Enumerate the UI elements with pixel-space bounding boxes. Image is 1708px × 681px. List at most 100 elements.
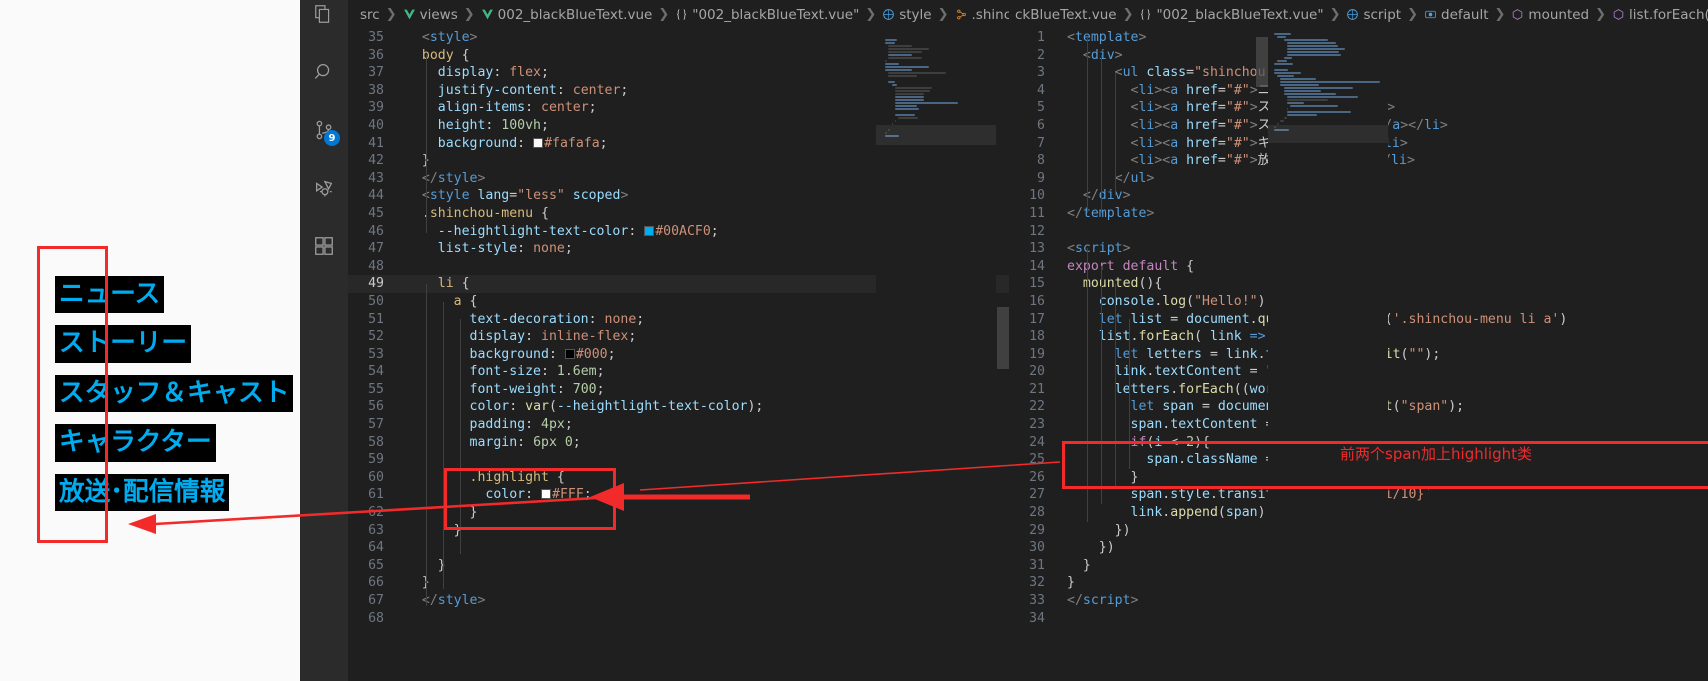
code-token: < <box>1067 117 1139 133</box>
minimap-line <box>888 75 918 77</box>
code-token: #FFF <box>552 487 584 503</box>
code-token: 700 <box>572 381 597 397</box>
code-token: > <box>620 188 629 204</box>
code-token: link <box>1225 346 1258 362</box>
code-token: 100vh <box>501 117 541 133</box>
breadcrumb-item[interactable]: style <box>881 7 932 23</box>
minimap-line <box>888 45 913 47</box>
line-number: 14 <box>1029 258 1045 274</box>
code-line-text: background: #fafafa; <box>406 135 608 153</box>
code-line-text: padding: 4px; <box>406 416 573 434</box>
code-line-text: a { <box>406 293 478 311</box>
code-token: "#" <box>1225 117 1250 133</box>
code-token: ; <box>564 417 573 433</box>
code-token: : <box>517 434 534 450</box>
code-token: log <box>1162 293 1187 309</box>
code-token: = <box>1202 346 1226 362</box>
code-token: document <box>1186 311 1250 327</box>
breadcrumb-item[interactable]: script <box>1345 7 1402 23</box>
breadcrumb-item-label: ckBlueText.vue <box>1015 6 1117 23</box>
code-token: a <box>1392 117 1401 133</box>
code-token: ( <box>548 399 557 415</box>
minimap-line <box>1280 120 1284 122</box>
code-line-text: align-items: center; <box>406 99 597 117</box>
code-token: className <box>1186 452 1258 468</box>
code-token: { <box>548 469 565 485</box>
breadcrumb-item[interactable]: mounted <box>1510 7 1590 23</box>
annotation-rect-preview <box>37 246 108 543</box>
line-number: 20 <box>1029 364 1045 380</box>
explorer-icon[interactable] <box>300 0 348 38</box>
breadcrumb-item[interactable]: .shinchou-menu <box>954 7 1009 23</box>
breadcrumb-left[interactable]: src ❯ views ❯ 002_blackBlueText.vue ❯ "002_bla… <box>348 0 1009 29</box>
code-token: span <box>1146 452 1179 468</box>
code-token: </ <box>1067 170 1131 186</box>
code-token: "Hello!" <box>1194 293 1258 309</box>
source-control-icon[interactable]: 9 <box>300 106 348 154</box>
minimap-left[interactable] <box>876 29 996 681</box>
code-token: ); <box>1424 346 1441 362</box>
code-token: > <box>1138 30 1147 45</box>
code-token: inline-flex <box>541 329 629 345</box>
breadcrumb-item[interactable]: ckBlueText.vue <box>1014 7 1118 23</box>
code-token: ; <box>628 329 637 345</box>
extensions-icon[interactable] <box>300 222 348 270</box>
minimap-slider[interactable] <box>876 125 996 145</box>
code-token: : <box>485 117 502 133</box>
line-number: 50 <box>368 293 384 309</box>
color-swatch-icon[interactable] <box>644 225 655 236</box>
line-number: 22 <box>1029 399 1045 415</box>
code-line-text: display: flex; <box>406 64 549 82</box>
breadcrumb-item[interactable]: "002_blackBlueText.vue" <box>674 7 860 23</box>
minimap-line <box>885 63 899 65</box>
code-token: >< <box>1154 82 1171 98</box>
line-number: 7 <box>1037 135 1045 151</box>
code-line-text: } <box>1067 557 1091 575</box>
minimap-slider[interactable] <box>1268 125 1388 143</box>
scrollbar-left[interactable] <box>997 29 1009 681</box>
breadcrumb-item[interactable]: default <box>1423 7 1490 23</box>
minimap-line <box>888 48 930 50</box>
line-number: 26 <box>1029 469 1045 485</box>
code-token: > <box>1114 47 1123 63</box>
code-token: >< <box>1154 135 1171 151</box>
breadcrumb-item-label: views <box>419 6 458 23</box>
code-line-text: </div> <box>1067 187 1131 205</box>
breadcrumb-item[interactable]: views <box>402 7 459 23</box>
code-token: . <box>1209 487 1218 503</box>
line-number: 47 <box>368 241 384 257</box>
breadcrumb-item[interactable]: "002_blackBlueText.vue" <box>1138 7 1324 23</box>
code-token: li <box>1138 100 1155 116</box>
code-token: li <box>1391 153 1407 169</box>
code-line-text: <script> <box>1067 240 1131 258</box>
color-swatch-icon[interactable] <box>564 348 575 359</box>
breadcrumb-item[interactable]: src <box>359 7 381 23</box>
search-icon[interactable] <box>300 48 348 96</box>
code-token: "#" <box>1225 153 1250 169</box>
color-swatch-icon[interactable] <box>541 489 551 500</box>
line-number: 10 <box>1029 188 1045 204</box>
code-token: (( <box>1233 381 1250 397</box>
code-token: < <box>1067 100 1139 116</box>
breadcrumb-item[interactable]: 002_blackBlueText.vue <box>480 7 654 23</box>
run-and-debug-icon[interactable] <box>300 164 348 212</box>
color-swatch-icon[interactable] <box>533 137 544 148</box>
line-number: 59 <box>368 452 384 468</box>
code-line-text: </style> <box>406 170 486 188</box>
code-token: href <box>1186 117 1218 133</box>
code-token: ; <box>620 82 629 98</box>
code-token: height <box>437 117 486 133</box>
line-number: 39 <box>368 100 384 116</box>
line-number: 8 <box>1037 153 1045 169</box>
breadcrumb-item[interactable]: list.forEach() callback <box>1611 7 1708 23</box>
code-token: ; <box>583 487 592 503</box>
code-token: : <box>525 100 541 116</box>
code-token: < <box>1067 30 1075 45</box>
scrollbar-right[interactable] <box>1256 29 1268 681</box>
minimap-right[interactable] <box>1268 29 1388 681</box>
breadcrumb-right[interactable]: ckBlueText.vue ❯ "002_blackBlueText.vue" ❯ s… <box>1009 0 1708 29</box>
